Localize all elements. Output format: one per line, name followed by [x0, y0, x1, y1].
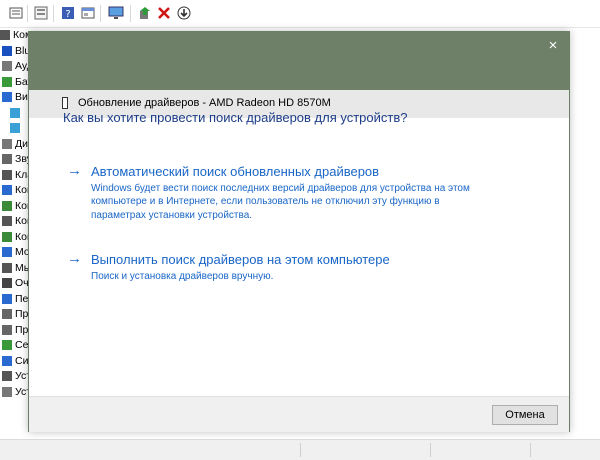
device-icon	[62, 97, 68, 109]
cancel-button[interactable]: Отмена	[492, 405, 558, 425]
device-category-icon	[2, 200, 12, 211]
close-button[interactable]: ×	[545, 38, 561, 54]
device-category-icon	[2, 185, 12, 195]
toolbar: ?	[0, 0, 600, 28]
properties-icon[interactable]	[8, 5, 24, 21]
device-category-icon	[2, 216, 12, 226]
device-category-icon	[2, 355, 12, 366]
download-icon[interactable]	[176, 5, 192, 21]
device-category-icon	[2, 324, 12, 335]
tree-item[interactable]: Мо	[2, 244, 30, 260]
device-category-icon	[2, 61, 12, 71]
auto-search-option[interactable]: → Автоматический поиск обновленных драйв…	[67, 163, 537, 223]
svg-text:?: ?	[65, 9, 70, 20]
auto-search-title[interactable]: Автоматический поиск обновленных драйвер…	[91, 164, 379, 179]
device-category-icon	[2, 154, 12, 164]
device-category-icon	[2, 92, 12, 102]
device-category-icon	[0, 30, 10, 40]
update-drivers-dialog: × Обновление драйверов - AMD Radeon HD 8…	[28, 31, 570, 432]
tree-item[interactable]: Уст	[2, 384, 31, 400]
tree-item[interactable]: Мы	[2, 260, 31, 276]
browse-computer-option[interactable]: → Выполнить поиск драйверов на этом комп…	[67, 251, 537, 287]
tree-item[interactable]	[10, 105, 23, 121]
browse-computer-title[interactable]: Выполнить поиск драйверов на этом компью…	[91, 252, 390, 267]
dialog-footer: Отмена	[29, 396, 569, 432]
device-category-icon	[2, 247, 12, 257]
tree-item[interactable]: Уст	[2, 368, 31, 384]
device-category-icon	[10, 123, 20, 133]
tree-item[interactable]	[10, 120, 23, 136]
device-category-icon	[2, 231, 12, 242]
dialog-title: Обновление драйверов - AMD Radeon HD 857…	[78, 97, 331, 109]
status-bar	[0, 439, 600, 460]
device-category-icon	[2, 169, 12, 180]
device-category-icon	[2, 340, 12, 350]
device-category-icon	[2, 309, 12, 319]
help-icon[interactable]: ?	[60, 5, 76, 21]
uninstall-icon[interactable]	[156, 5, 172, 21]
auto-search-description: Windows будет вести поиск последних верс…	[91, 183, 470, 221]
arrow-right-icon: →	[67, 250, 82, 267]
device-category-icon	[2, 76, 12, 87]
device-category-icon	[2, 45, 12, 56]
device-category-icon	[2, 138, 12, 149]
device-category-icon	[2, 262, 12, 273]
tree-item[interactable]: Blu	[2, 43, 30, 59]
dialog-header: ×	[29, 32, 569, 90]
arrow-right-icon: →	[67, 162, 82, 179]
device-category-icon	[10, 107, 20, 118]
monitor-icon[interactable]	[108, 5, 124, 21]
window-icon[interactable]	[80, 5, 96, 21]
view-icon[interactable]	[33, 5, 49, 21]
update-driver-icon[interactable]	[137, 5, 153, 21]
device-category-icon	[2, 386, 12, 397]
browse-computer-description: Поиск и установка драйверов вручную.	[91, 271, 274, 282]
device-category-icon	[2, 278, 12, 288]
search-question: Как вы хотите провести поиск драйверов д…	[63, 110, 408, 125]
device-category-icon	[2, 371, 12, 381]
device-category-icon	[2, 293, 12, 304]
